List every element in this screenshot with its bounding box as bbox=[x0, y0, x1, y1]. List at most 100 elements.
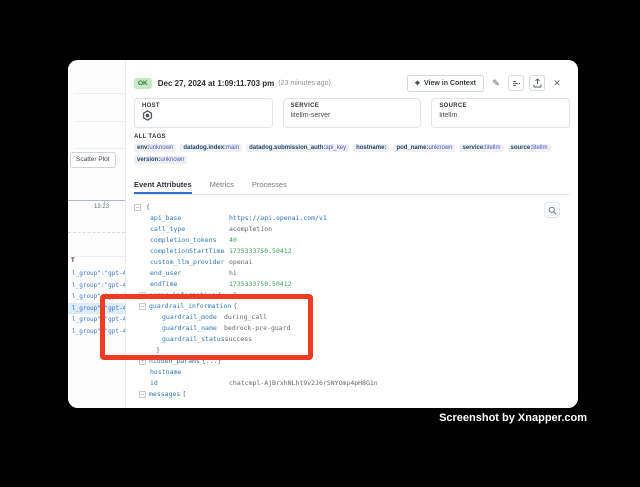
tag-key: datadog.index: bbox=[183, 145, 226, 151]
divider bbox=[74, 121, 125, 122]
attribute-brace: [ bbox=[182, 389, 186, 400]
attribute-row[interactable]: end_user hi bbox=[134, 268, 570, 279]
expand-toggle-icon[interactable] bbox=[139, 358, 146, 365]
log-list-item[interactable]: l_group":"gpt-4o bbox=[68, 326, 125, 338]
attribute-key: messages bbox=[149, 389, 180, 400]
attribute-key: endTime bbox=[150, 279, 229, 290]
chart-x-axis bbox=[68, 200, 125, 201]
relative-time: (23 minutes ago) bbox=[278, 80, 331, 87]
tag-key: env: bbox=[137, 145, 149, 151]
attribute-value: bedrock-pre-guard bbox=[224, 323, 291, 334]
tag-pill[interactable]: service:litellm bbox=[459, 144, 503, 152]
attribute-row[interactable]: id chatcmpl-AjBrxhNLht9v2J6rSNYOmp4pH8G1… bbox=[134, 378, 570, 389]
attribute-row[interactable]: api_base https://api.openai.com/v1 bbox=[134, 213, 570, 224]
attribute-key: guardrail_mode bbox=[162, 312, 224, 323]
attribute-key: guardrail_status bbox=[162, 334, 225, 345]
close-icon[interactable]: ✕ bbox=[550, 75, 564, 91]
tag-value: unknown bbox=[428, 145, 452, 151]
log-list-item[interactable]: l_group":"gpt-4o bbox=[68, 314, 125, 326]
tab[interactable]: Processes bbox=[252, 176, 287, 194]
attribute-row[interactable]: completionStartTime 1735333750.50412 bbox=[134, 246, 570, 257]
log-list-item[interactable]: l_group":"gpt-4o bbox=[68, 291, 125, 303]
expand-toggle-icon[interactable] bbox=[139, 391, 146, 398]
scatter-plot-button[interactable]: Scatter Plot bbox=[70, 152, 116, 168]
attribute-row[interactable]: guardrail_name bedrock-pre-guard bbox=[134, 323, 570, 334]
status-badge: OK bbox=[134, 78, 152, 89]
attribute-key: hidden_params bbox=[149, 356, 200, 367]
attribute-row[interactable]: completion_tokens 40 bbox=[134, 235, 570, 246]
attribute-key: error_information bbox=[149, 290, 216, 301]
divider-dashed bbox=[68, 232, 125, 233]
log-list-item[interactable]: l_group":"gpt-4o bbox=[68, 303, 125, 315]
attribute-key: api_base bbox=[150, 213, 229, 224]
tab[interactable]: Metrics bbox=[210, 176, 234, 194]
tag-value: unknown bbox=[160, 157, 184, 163]
attribute-brace: } bbox=[156, 345, 160, 356]
attribute-value: acompletion bbox=[229, 224, 272, 235]
attribute-row[interactable]: call_type acompletion bbox=[134, 224, 570, 235]
tag-pill[interactable]: pod_name:unknown bbox=[393, 144, 455, 152]
tag-pill[interactable]: env:unknown bbox=[134, 144, 176, 152]
log-list: l_group":"gpt-4o l_group":"gpt-4o l_grou… bbox=[68, 268, 125, 337]
card-label: SOURCE bbox=[439, 103, 562, 109]
log-list-item[interactable]: l_group":"gpt-4o bbox=[68, 268, 125, 280]
tag-pill[interactable]: source:litellm bbox=[508, 144, 551, 152]
tag-value: api_key bbox=[325, 145, 346, 151]
attribute-key: call_type bbox=[150, 224, 229, 235]
card-value: litellm bbox=[439, 112, 562, 119]
tag-value: unknown bbox=[149, 145, 173, 151]
attribute-key: completion_tokens bbox=[150, 235, 229, 246]
app-window: Scatter Plot 13:23 T l_group":"gpt-4o l_… bbox=[68, 60, 578, 408]
attribute-row[interactable]: custom_llm_provider openai bbox=[134, 257, 570, 268]
attribute-row[interactable]: { bbox=[134, 202, 570, 213]
attribute-row[interactable]: hidden_params {...} bbox=[134, 356, 570, 367]
attribute-row[interactable]: guardrail_information { bbox=[134, 301, 570, 312]
attribute-row[interactable]: hostname bbox=[134, 367, 570, 378]
log-list-item[interactable]: l_group":"gpt-4o bbox=[68, 280, 125, 292]
tab[interactable]: Event Attributes bbox=[134, 176, 192, 194]
attribute-row[interactable]: endTime 1735333750.50412 bbox=[134, 279, 570, 290]
attribute-value: chatcmpl-AjBrxhNLht9v2J6rSNYOmp4pH8G1n bbox=[229, 378, 378, 389]
attribute-row[interactable]: error_information {...} bbox=[134, 290, 570, 301]
tag-value: litellm bbox=[532, 145, 547, 151]
tag-value: litellm bbox=[485, 145, 500, 151]
summary-card: SERVICE litellm-server bbox=[283, 98, 422, 128]
expand-toggle-icon[interactable] bbox=[139, 292, 146, 299]
tag-value: main bbox=[226, 145, 239, 151]
attribute-key: end_user bbox=[150, 268, 229, 279]
attribute-value: success bbox=[225, 334, 252, 345]
expand-toggle-icon[interactable] bbox=[139, 303, 146, 310]
export-icon[interactable] bbox=[529, 75, 545, 91]
all-tags-section: ALL TAGS env:unknown datadog.index:main … bbox=[134, 134, 570, 164]
table-column-header: T bbox=[71, 258, 75, 264]
attribute-value: hi bbox=[229, 268, 237, 279]
tag-pill[interactable]: datadog.index:main bbox=[180, 144, 242, 152]
attribute-value: 1735333750.50412 bbox=[229, 279, 292, 290]
attribute-row[interactable]: guardrail_status success bbox=[134, 334, 570, 345]
divider bbox=[68, 256, 125, 257]
attribute-value: https://api.openai.com/v1 bbox=[229, 213, 327, 224]
attribute-row[interactable]: guardrail_mode during_call bbox=[134, 312, 570, 323]
attribute-row[interactable]: } bbox=[134, 345, 570, 356]
tag-key: source: bbox=[511, 145, 533, 151]
header-actions: ⌖ View in Context ✎ ✕ bbox=[407, 74, 564, 92]
event-header: OK Dec 27, 2024 at 1:09:11.703 pm (23 mi… bbox=[134, 74, 570, 92]
raw-json-icon[interactable] bbox=[508, 75, 524, 91]
tag-key: datadog.submission_auth: bbox=[249, 145, 325, 151]
all-tags-label: ALL TAGS bbox=[134, 134, 570, 140]
attribute-row[interactable]: messages [ bbox=[134, 389, 570, 400]
summary-card: SOURCE litellm bbox=[431, 98, 570, 128]
view-in-context-button[interactable]: ⌖ View in Context bbox=[407, 75, 484, 92]
tag-pill[interactable]: hostname: bbox=[353, 144, 389, 152]
attribute-brace: {...} bbox=[218, 290, 238, 301]
panel-tabs: Event Attributes Metrics Processes bbox=[134, 176, 570, 195]
target-icon: ⌖ bbox=[415, 79, 420, 88]
divider bbox=[74, 93, 125, 94]
edit-pencil-icon[interactable]: ✎ bbox=[489, 75, 503, 91]
tag-pill[interactable]: version:unknown bbox=[134, 156, 187, 164]
search-icon[interactable] bbox=[544, 202, 560, 218]
tag-pill[interactable]: datadog.submission_auth:api_key bbox=[246, 144, 349, 152]
expand-toggle-icon[interactable] bbox=[134, 204, 141, 211]
attribute-key: id bbox=[150, 378, 229, 389]
tags-row: env:unknown datadog.index:main datadog.s… bbox=[134, 144, 570, 152]
